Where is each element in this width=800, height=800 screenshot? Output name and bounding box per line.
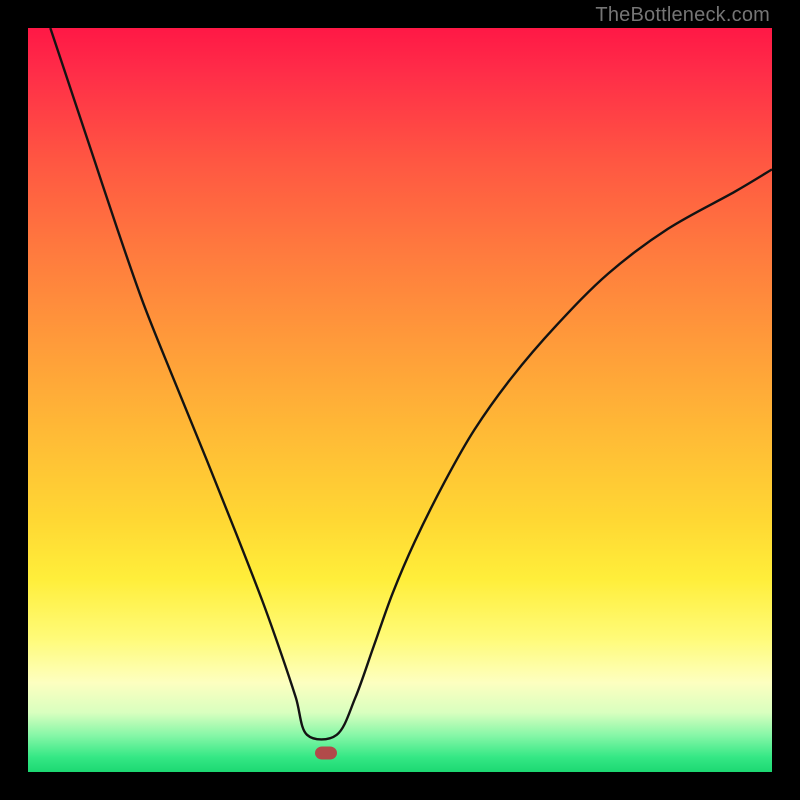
plot-area (28, 28, 772, 772)
bottleneck-curve (28, 28, 772, 772)
attribution-label: TheBottleneck.com (595, 4, 770, 27)
app-frame: TheBottleneck.com (0, 0, 800, 800)
curve-path (50, 28, 772, 739)
optimal-marker (315, 747, 337, 760)
